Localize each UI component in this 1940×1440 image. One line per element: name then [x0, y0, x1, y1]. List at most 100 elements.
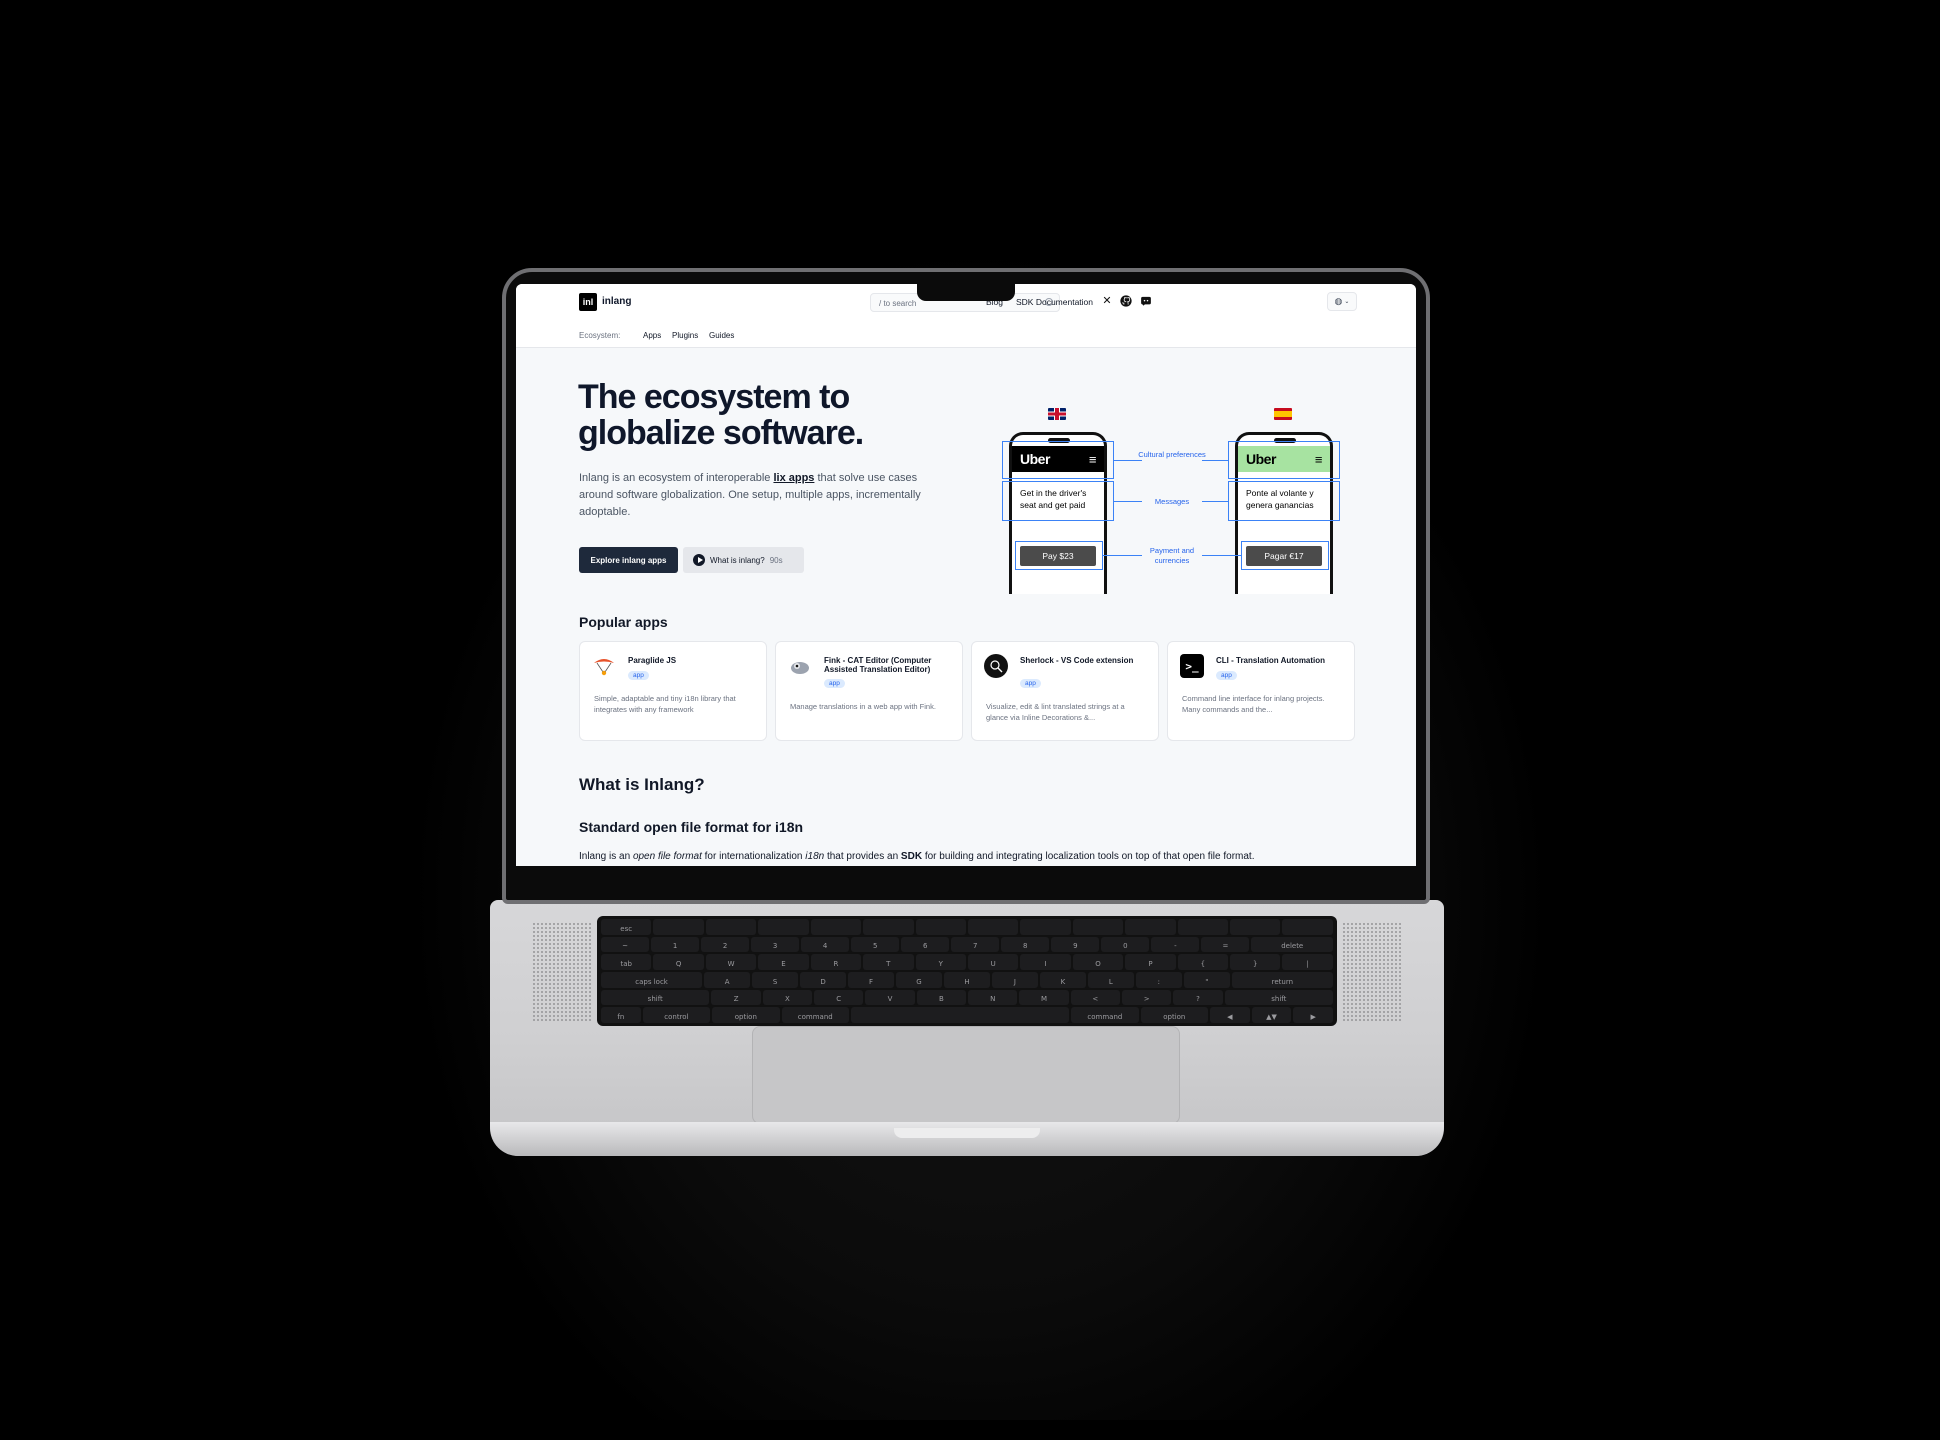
keyboard-key[interactable] — [863, 919, 914, 935]
keyboard-key[interactable]: 8 — [1001, 936, 1050, 953]
keyboard-key[interactable]: ◀ — [1210, 1007, 1250, 1024]
keyboard-key[interactable]: 6 — [901, 936, 950, 953]
explore-apps-button[interactable]: Explore inlang apps — [579, 547, 678, 573]
app-card-fink[interactable]: Fink - CAT Editor (Computer Assisted Tra… — [775, 641, 963, 741]
keyboard-key[interactable] — [758, 919, 809, 935]
keyboard-key[interactable] — [1282, 919, 1333, 935]
keyboard-key[interactable]: S — [752, 972, 799, 988]
ecosystem-link-apps[interactable]: Apps — [643, 331, 661, 340]
keyboard-key[interactable] — [967, 919, 1019, 935]
trackpad[interactable] — [752, 1026, 1180, 1124]
keyboard-key[interactable] — [850, 1007, 1070, 1024]
keyboard-key[interactable]: option — [1140, 1007, 1209, 1024]
keyboard-key[interactable]: ▲▼ — [1251, 1007, 1292, 1024]
keyboard-key[interactable]: delete — [1251, 936, 1334, 953]
keyboard-key[interactable]: H — [943, 972, 990, 988]
keyboard-key[interactable]: C — [814, 989, 864, 1006]
what-is-inlang-heading: What is Inlang? — [579, 775, 705, 794]
keyboard-key[interactable]: Q — [653, 954, 704, 971]
keyboard-key[interactable]: V — [865, 989, 915, 1006]
keyboard-key[interactable]: M — [1019, 989, 1069, 1006]
keyboard-key[interactable]: shift — [1224, 989, 1334, 1006]
discord-icon[interactable] — [1140, 295, 1152, 307]
keyboard-key[interactable]: < — [1070, 989, 1120, 1006]
keyboard-key[interactable]: 9 — [1051, 936, 1100, 953]
github-icon[interactable] — [1120, 295, 1132, 307]
keyboard-key[interactable]: - — [1151, 936, 1200, 953]
keyboard-key[interactable]: shift — [601, 989, 710, 1006]
keyboard-key[interactable]: command — [1071, 1007, 1139, 1024]
keyboard-key[interactable]: W — [705, 954, 757, 971]
keyboard-key[interactable]: Z — [711, 989, 761, 1006]
language-selector[interactable]: ◍ ⌄ — [1327, 292, 1357, 311]
app-card-paraglide[interactable]: Paraglide JS app Simple, adaptable and t… — [579, 641, 767, 741]
keyboard-key[interactable]: ▶ — [1293, 1007, 1334, 1024]
keyboard-key[interactable]: D — [800, 972, 847, 988]
keyboard-key[interactable]: 5 — [851, 936, 900, 953]
keyboard-key[interactable] — [1072, 919, 1124, 935]
terminal-icon: >_ — [1180, 654, 1204, 678]
keyboard-key[interactable]: return — [1231, 972, 1333, 988]
keyboard-key[interactable]: Y — [915, 954, 966, 971]
keyboard-key[interactable]: R — [810, 954, 862, 971]
keyboard-key[interactable]: command — [781, 1007, 849, 1024]
keyboard-key[interactable]: 1 — [651, 936, 700, 953]
keyboard-key[interactable]: I — [1020, 954, 1071, 971]
keyboard-key[interactable]: N — [968, 989, 1018, 1006]
ecosystem-link-guides[interactable]: Guides — [709, 331, 734, 340]
keyboard-key[interactable]: 7 — [951, 936, 1000, 953]
app-card-description: Visualize, edit & lint translated string… — [986, 702, 1125, 722]
ecosystem-link-plugins[interactable]: Plugins — [672, 331, 698, 340]
keyboard-key[interactable] — [1230, 919, 1281, 935]
keyboard-key[interactable]: T — [863, 954, 914, 971]
keyboard-key[interactable]: 4 — [801, 936, 850, 953]
keyboard-key[interactable]: X — [762, 989, 813, 1006]
keyboard-key[interactable]: O — [1072, 954, 1124, 971]
keyboard-key[interactable] — [1020, 919, 1071, 935]
keyboard-key[interactable]: P — [1125, 954, 1176, 971]
keyboard-key[interactable]: E — [758, 954, 809, 971]
keyboard-key[interactable] — [915, 919, 966, 935]
keyboard-key[interactable]: F — [848, 972, 895, 988]
keyboard-key[interactable]: option — [712, 1007, 780, 1024]
keyboard-key[interactable] — [810, 919, 862, 935]
keyboard-key[interactable]: tab — [601, 954, 652, 971]
keyboard-key[interactable]: J — [991, 972, 1038, 988]
keyboard-key[interactable]: " — [1183, 972, 1230, 988]
keyboard-key[interactable]: U — [967, 954, 1019, 971]
keyboard-key[interactable]: L — [1087, 972, 1134, 988]
nav-sdk-docs-link[interactable]: SDK Documentation — [1016, 297, 1093, 307]
keyboard-key[interactable] — [1177, 919, 1229, 935]
highlight-box — [1228, 481, 1340, 521]
keyboard-key[interactable]: ? — [1173, 989, 1223, 1006]
keyboard-key[interactable]: 2 — [701, 936, 750, 953]
keyboard-key[interactable]: | — [1282, 954, 1333, 971]
keyboard-key[interactable]: 0 — [1101, 936, 1150, 953]
keyboard-key[interactable]: ~ — [601, 936, 650, 953]
lix-apps-link[interactable]: lix apps — [773, 472, 814, 484]
x-icon[interactable]: ✕ — [1101, 295, 1113, 307]
keyboard-key[interactable]: K — [1039, 972, 1086, 988]
what-is-inlang-button[interactable]: What is inlang? 90s — [683, 547, 804, 573]
keyboard-key[interactable]: fn — [601, 1007, 641, 1024]
keyboard-key[interactable]: A — [704, 972, 751, 988]
logo-mark[interactable]: inl — [579, 293, 597, 311]
keyboard-key[interactable]: caps lock — [601, 972, 703, 988]
open-file-format-heading: Standard open file format for i18n — [579, 819, 804, 835]
app-card-cli[interactable]: >_ CLI - Translation Automation app Comm… — [1167, 641, 1355, 741]
keyboard-key[interactable]: esc — [601, 919, 652, 935]
keyboard-key[interactable]: control — [642, 1007, 711, 1024]
keyboard-key[interactable]: 3 — [751, 936, 800, 953]
keyboard-key[interactable] — [653, 919, 704, 935]
keyboard-key[interactable]: = — [1201, 936, 1250, 953]
keyboard-key[interactable]: : — [1135, 972, 1182, 988]
keyboard-key[interactable]: G — [896, 972, 942, 988]
keyboard-key[interactable]: { — [1177, 954, 1229, 971]
app-card-sherlock[interactable]: Sherlock - VS Code extension app Visuali… — [971, 641, 1159, 741]
keyboard-key[interactable]: B — [916, 989, 967, 1006]
keyboard-key[interactable]: > — [1121, 989, 1172, 1006]
keyboard-key[interactable] — [705, 919, 757, 935]
logo-text[interactable]: inlang — [602, 296, 631, 307]
keyboard-key[interactable] — [1125, 919, 1176, 935]
keyboard-key[interactable]: } — [1230, 954, 1281, 971]
